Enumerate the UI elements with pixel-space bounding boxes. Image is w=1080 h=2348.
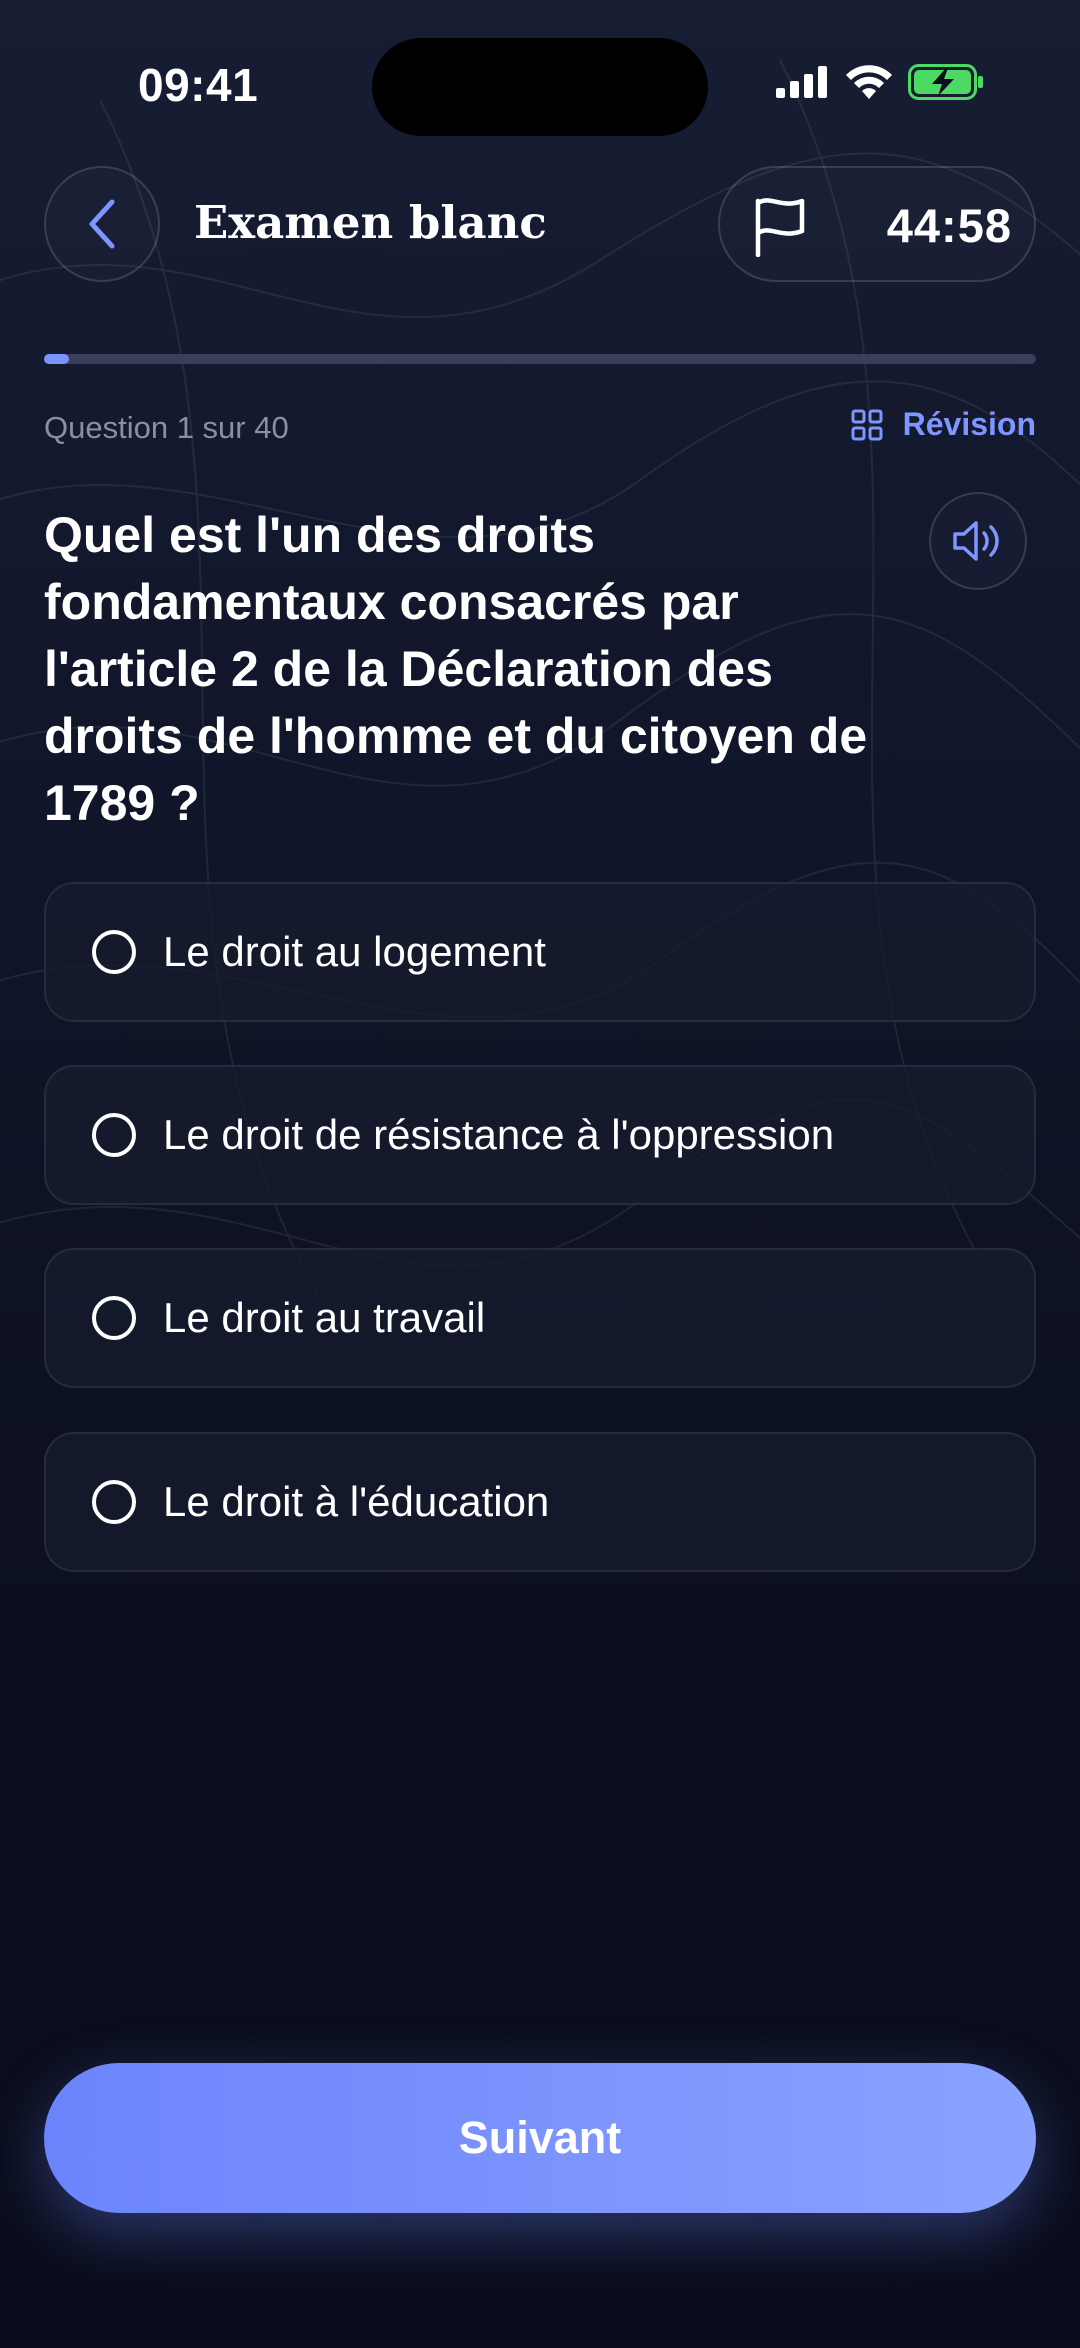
answer-option-label: Le droit de résistance à l'oppression — [163, 1111, 835, 1158]
signal-icon — [776, 66, 827, 98]
radio-button[interactable] — [92, 930, 136, 974]
next-button-label: Suivant — [458, 2112, 622, 2163]
question-text: Quel est l'un des droits fondamentaux co… — [44, 507, 868, 831]
status-icons — [776, 64, 984, 100]
answer-option-label: Le droit à l'éducation — [163, 1478, 550, 1525]
speaker-icon — [953, 521, 999, 561]
progress-fill — [44, 354, 69, 364]
review-label: Révision — [902, 406, 1036, 442]
question-counter: Question 1 sur 40 — [44, 410, 289, 445]
answer-option[interactable]: Le droit à l'éducation — [44, 1432, 1036, 1572]
answer-option-label: Le droit au travail — [163, 1294, 486, 1341]
radio-button[interactable] — [92, 1296, 136, 1340]
answer-option[interactable]: Le droit au logement — [44, 882, 1036, 1022]
flag-icon — [755, 198, 805, 257]
status-bar: 09:41 — [0, 0, 1080, 170]
exam-timer: 44:58 — [886, 199, 1012, 252]
answer-option[interactable]: Le droit de résistance à l'oppression — [44, 1065, 1036, 1205]
radio-button[interactable] — [92, 1113, 136, 1157]
progress-bar — [44, 354, 1036, 364]
audio-button[interactable] — [929, 492, 1027, 590]
chevron-left-icon — [89, 199, 115, 249]
next-button[interactable]: Suivant — [44, 2063, 1036, 2213]
answer-option-label: Le droit au logement — [163, 928, 546, 975]
header-actions: 44:58 — [718, 166, 1036, 282]
header: Examen blanc 44:58 — [0, 166, 1080, 286]
flag-button[interactable] — [750, 194, 810, 258]
battery-charging-icon — [908, 64, 983, 100]
review-button[interactable]: Révision — [851, 406, 1036, 443]
radio-button[interactable] — [92, 1480, 136, 1524]
wifi-icon — [846, 65, 892, 99]
back-button[interactable] — [44, 166, 160, 282]
page-title: Examen blanc — [194, 196, 547, 249]
answer-option[interactable]: Le droit au travail — [44, 1248, 1036, 1388]
grid-icon — [851, 409, 883, 440]
status-time: 09:41 — [138, 59, 259, 111]
dynamic-island — [372, 38, 708, 136]
